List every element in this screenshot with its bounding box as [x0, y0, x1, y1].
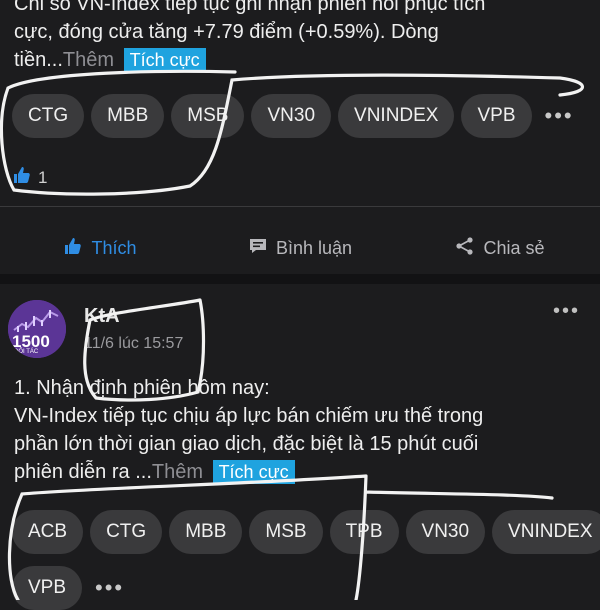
post-action-bar: Thích Bình luận Chia sẻ [0, 222, 600, 274]
ticker-chip-vn30[interactable]: VN30 [405, 510, 486, 554]
post1-text: Chỉ số VN-Index tiếp tục ghi nhận phiên … [14, 0, 586, 74]
comment-icon [248, 236, 268, 261]
post2-author[interactable]: KtA [84, 305, 120, 328]
like-label: Thích [91, 237, 137, 258]
post2-ticker-list: ACB CTG MBB MSB TPB VN30 VNINDEX [12, 510, 600, 554]
ticker-chip-vnindex[interactable]: VNINDEX [492, 510, 600, 554]
avatar-subtext: ĐỐI TÁC [14, 349, 39, 355]
post1-ticker-list: CTG MBB MSB VN30 VNINDEX VPB ••• [12, 94, 580, 138]
ticker-chip-vnindex[interactable]: VNINDEX [338, 94, 455, 138]
thumbs-up-icon [63, 236, 83, 261]
post1-reactions[interactable]: 1 [12, 165, 47, 190]
share-icon [455, 236, 475, 261]
post-separator [0, 274, 600, 284]
ticker-chip-vpb[interactable]: VPB [461, 94, 532, 138]
post2-text-line4-content: phiên diễn ra ... [14, 461, 152, 483]
post1-more-tickers-icon[interactable]: ••• [539, 94, 580, 138]
post2-text-line3: phần lớn thời gian giao dịch, đặc biệt l… [14, 433, 479, 455]
post1-text-line3-content: tiền... [14, 49, 63, 71]
post1-menu-icon[interactable]: ••• [553, 0, 580, 9]
post1-text-line2: cực, đóng cửa tăng +7.79 điểm (+0.59%). … [14, 21, 439, 43]
post2-text-line4: phiên diễn ra ...Thêm Tích cực [14, 458, 586, 486]
ticker-chip-acb[interactable]: ACB [12, 510, 84, 554]
comment-label: Bình luận [275, 237, 353, 258]
post1-text-line1: Chỉ số VN-Index tiếp tục ghi nhận phiên … [14, 0, 486, 15]
post2-sentiment-tag[interactable]: Tích cực [212, 460, 295, 484]
post2-ticker-list-row2: VPB ••• [12, 566, 130, 610]
comment-button[interactable]: Bình luận [200, 222, 400, 274]
post2-more-tickers-icon[interactable]: ••• [89, 566, 130, 610]
ticker-chip-mbb[interactable]: MBB [91, 94, 165, 138]
ticker-chip-mbb[interactable]: MBB [169, 510, 243, 554]
ticker-chip-vpb[interactable]: VPB [12, 566, 83, 610]
post2-more-link[interactable]: Thêm [152, 461, 203, 483]
post1-sentiment-tag[interactable]: Tích cực [123, 48, 206, 72]
post2-text-line2: VN-Index tiếp tục chịu áp lực bán chiếm … [14, 405, 484, 427]
post2-menu-icon[interactable]: ••• [553, 300, 580, 323]
ticker-chip-msb[interactable]: MSB [171, 94, 245, 138]
divider [0, 206, 600, 207]
ticker-chip-vn30[interactable]: VN30 [251, 94, 332, 138]
post1-text-line3: tiền...Thêm Tích cực [14, 46, 586, 74]
ticker-chip-ctg[interactable]: CTG [12, 94, 85, 138]
ticker-chip-msb[interactable]: MSB [249, 510, 323, 554]
like-button[interactable]: Thích [0, 222, 200, 274]
ticker-chip-ctg[interactable]: CTG [90, 510, 163, 554]
post1-like-count: 1 [38, 167, 48, 187]
post1-more-link[interactable]: Thêm [63, 49, 114, 71]
post2-text-line1: 1. Nhận định phiên hôm nay: [14, 377, 270, 399]
ticker-chip-tpb[interactable]: TPB [329, 510, 399, 554]
like-reaction-icon [12, 165, 32, 190]
post2-timestamp: 11/6 lúc 15:57 [84, 335, 184, 352]
post2-text: 1. Nhận định phiên hôm nay: VN-Index tiế… [14, 374, 586, 486]
share-button[interactable]: Chia sẻ [400, 222, 600, 274]
share-label: Chia sẻ [483, 237, 545, 258]
avatar[interactable]: 1500 ĐỐI TÁC [8, 300, 66, 358]
